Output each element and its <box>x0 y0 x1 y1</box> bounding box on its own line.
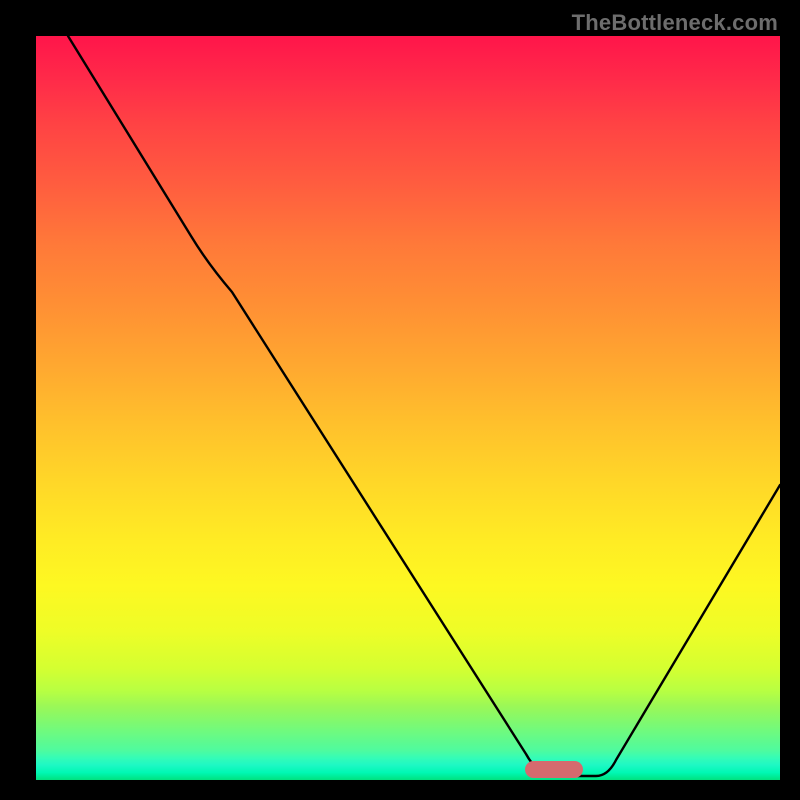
curve-path <box>68 36 780 776</box>
watermark-text: TheBottleneck.com <box>572 10 778 36</box>
optimal-marker <box>525 761 583 778</box>
plot-area <box>36 36 780 780</box>
chart-container: TheBottleneck.com <box>0 0 800 800</box>
bottleneck-curve <box>36 36 780 780</box>
